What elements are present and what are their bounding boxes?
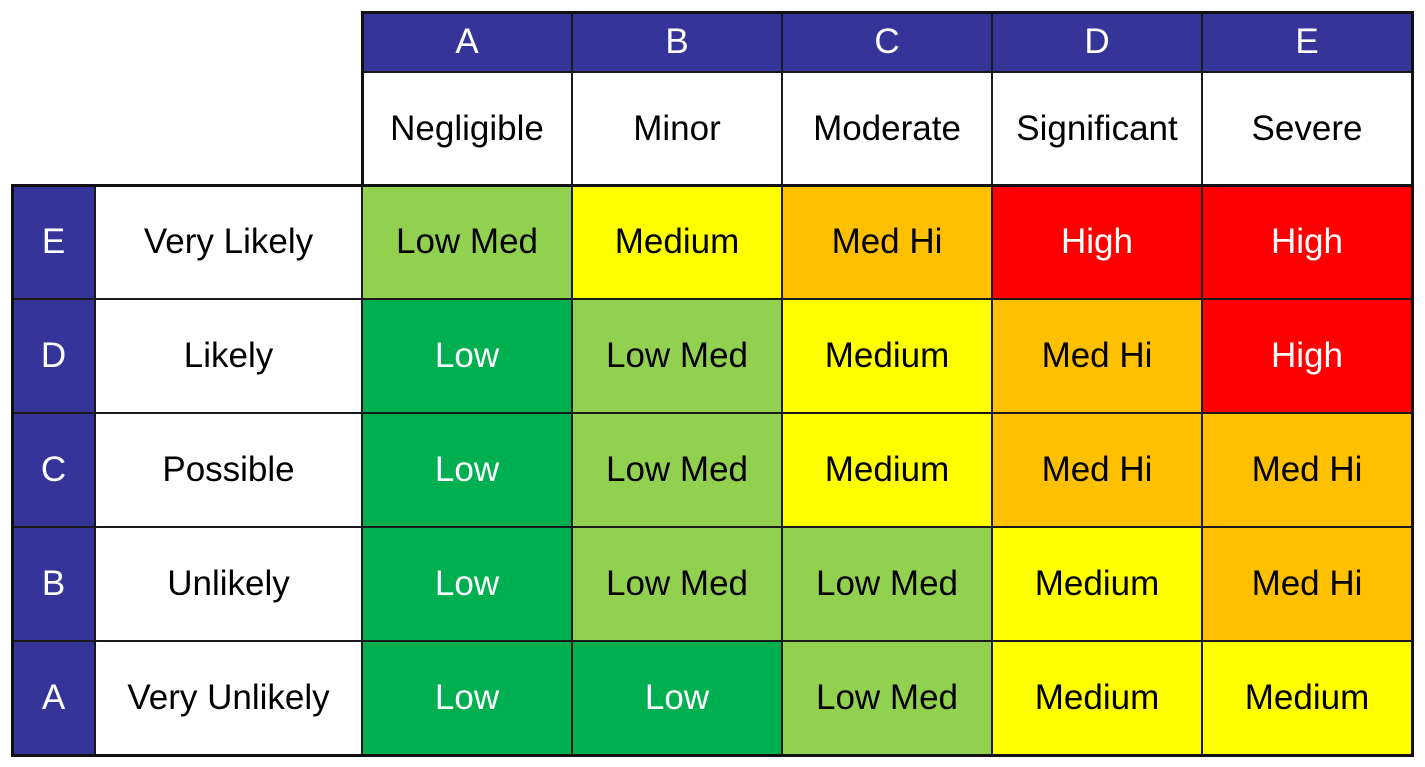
risk-cell: Medium xyxy=(572,185,782,299)
likelihood-label: Unlikely xyxy=(95,527,362,641)
impact-label-header: Significant xyxy=(992,72,1202,185)
risk-cell: Med Hi xyxy=(992,299,1202,413)
risk-cell: Low Med xyxy=(572,413,782,527)
risk-cell: High xyxy=(992,185,1202,299)
risk-cell: Low xyxy=(572,641,782,755)
likelihood-label: Very Unlikely xyxy=(95,641,362,755)
risk-cell: High xyxy=(1202,299,1412,413)
risk-cell: Medium xyxy=(1202,641,1412,755)
likelihood-label: Very Likely xyxy=(95,185,362,299)
risk-cell: Low xyxy=(362,299,572,413)
likelihood-code: A xyxy=(12,641,95,755)
likelihood-label: Likely xyxy=(95,299,362,413)
impact-code-header: A xyxy=(362,12,572,72)
impact-code-header: C xyxy=(782,12,992,72)
risk-cell: Low xyxy=(362,641,572,755)
risk-cell: Medium xyxy=(782,413,992,527)
likelihood-code: E xyxy=(12,185,95,299)
impact-label-header: Moderate xyxy=(782,72,992,185)
risk-cell: Med Hi xyxy=(782,185,992,299)
risk-cell: High xyxy=(1202,185,1412,299)
impact-code-header: D xyxy=(992,12,1202,72)
likelihood-code: C xyxy=(12,413,95,527)
risk-cell: Low Med xyxy=(362,185,572,299)
risk-cell: Med Hi xyxy=(1202,413,1412,527)
risk-cell: Low Med xyxy=(782,641,992,755)
risk-cell: Med Hi xyxy=(992,413,1202,527)
risk-cell: Low xyxy=(362,527,572,641)
impact-label-header: Severe xyxy=(1202,72,1412,185)
risk-cell: Med Hi xyxy=(1202,527,1412,641)
risk-cell: Low Med xyxy=(782,527,992,641)
risk-cell: Low Med xyxy=(572,527,782,641)
likelihood-label: Possible xyxy=(95,413,362,527)
impact-label-header: Minor xyxy=(572,72,782,185)
risk-cell: Medium xyxy=(992,641,1202,755)
risk-cell: Medium xyxy=(992,527,1202,641)
risk-cell: Medium xyxy=(782,299,992,413)
likelihood-code: B xyxy=(12,527,95,641)
impact-code-header: B xyxy=(572,12,782,72)
risk-cell: Low Med xyxy=(572,299,782,413)
impact-label-header: Negligible xyxy=(362,72,572,185)
likelihood-code: D xyxy=(12,299,95,413)
risk-cell: Low xyxy=(362,413,572,527)
impact-code-header: E xyxy=(1202,12,1412,72)
